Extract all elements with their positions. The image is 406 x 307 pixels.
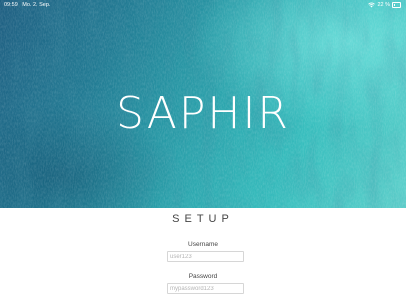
status-date: Mo. 2. Sep.: [22, 2, 51, 8]
status-right: 22 %: [368, 0, 401, 10]
username-input[interactable]: [167, 251, 244, 262]
status-bar: 09:59 Mo. 2. Sep. 22 %: [0, 0, 406, 10]
password-input[interactable]: [167, 283, 244, 294]
battery-icon: [392, 2, 401, 8]
setup-title: SETUP: [172, 213, 234, 225]
battery-percentage: 22 %: [377, 2, 390, 8]
password-label: Password: [188, 273, 218, 280]
wifi-icon: [368, 2, 376, 8]
username-label: Username: [188, 241, 218, 248]
hero-banner: SAPHIR: [0, 0, 406, 208]
brand-title: SAPHIR: [115, 88, 290, 139]
status-left: 09:59 Mo. 2. Sep.: [4, 0, 53, 10]
status-time: 09:59: [4, 2, 18, 8]
